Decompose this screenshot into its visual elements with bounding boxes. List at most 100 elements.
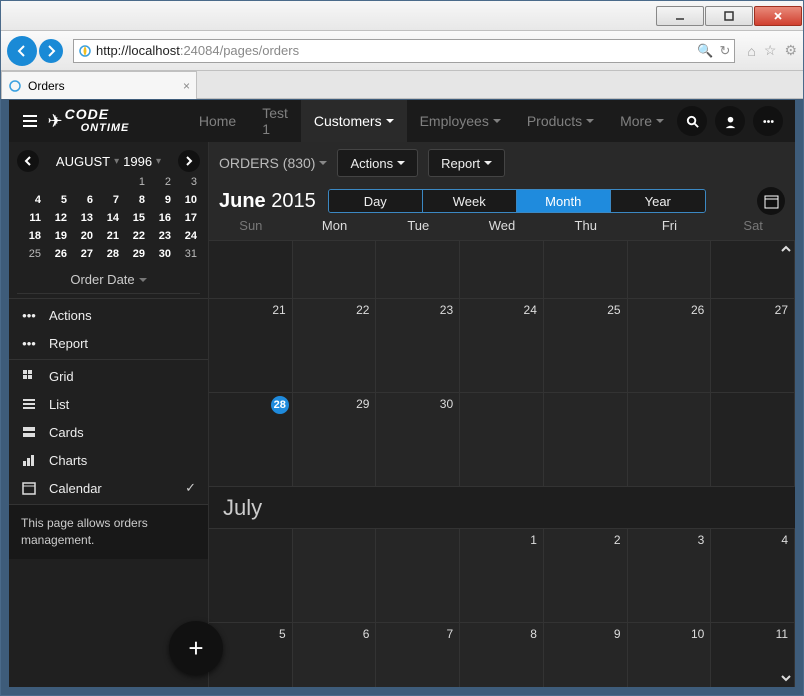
toolbar-actions-button[interactable]: Actions xyxy=(337,149,418,177)
breadcrumb-orders[interactable]: ORDERS (830) xyxy=(219,155,327,171)
calendar-day-cell[interactable]: 29 xyxy=(293,393,377,486)
calendar-day-cell[interactable] xyxy=(544,393,628,486)
address-refresh-icon[interactable]: ↻ xyxy=(720,43,731,59)
minical-day[interactable]: 2 xyxy=(147,176,173,194)
calendar-day-cell[interactable] xyxy=(628,393,712,486)
calendar-day-cell[interactable]: 26 xyxy=(628,299,712,392)
minical-day[interactable]: 4 xyxy=(17,194,43,212)
minical-day[interactable]: 27 xyxy=(69,248,95,266)
calendar-day-cell[interactable]: 21 xyxy=(209,299,293,392)
more-button[interactable] xyxy=(753,106,783,136)
view-calendar[interactable]: Calendar✓ xyxy=(9,474,208,502)
window-minimize-button[interactable] xyxy=(656,6,704,26)
calendar-day-cell[interactable]: 2 xyxy=(544,529,628,622)
view-grid[interactable]: Grid xyxy=(9,362,208,390)
view-list[interactable]: List xyxy=(9,390,208,418)
seg-year[interactable]: Year xyxy=(611,190,705,212)
calendar-day-cell[interactable]: 22 xyxy=(293,299,377,392)
calendar-day-cell[interactable]: 10 xyxy=(628,623,712,687)
minical-day[interactable]: 19 xyxy=(43,230,69,248)
minical-day[interactable]: 9 xyxy=(147,194,173,212)
minical-day[interactable]: 10 xyxy=(173,194,199,212)
minical-day[interactable]: 18 xyxy=(17,230,43,248)
browser-address-bar[interactable]: http://localhost:24084/pages/orders 🔍 ↻ xyxy=(73,39,735,63)
scroll-down-icon[interactable] xyxy=(779,671,793,685)
calendar-day-cell[interactable] xyxy=(293,241,377,298)
calendar-day-cell[interactable]: 30 xyxy=(376,393,460,486)
seg-week[interactable]: Week xyxy=(423,190,517,212)
calendar-scroll-area[interactable]: 21222324252627282930 July 1234567891011 xyxy=(209,240,795,687)
minical-day[interactable]: 24 xyxy=(173,230,199,248)
browser-favorites-icon[interactable]: ☆ xyxy=(764,42,777,59)
minical-day[interactable]: 1 xyxy=(121,176,147,194)
minical-day[interactable]: 16 xyxy=(147,212,173,230)
nav-employees[interactable]: Employees xyxy=(407,100,514,142)
minical-day[interactable]: 15 xyxy=(121,212,147,230)
minical-next-button[interactable] xyxy=(178,150,200,172)
calendar-day-cell[interactable] xyxy=(209,529,293,622)
browser-home-icon[interactable]: ⌂ xyxy=(747,43,755,59)
minical-day[interactable]: 20 xyxy=(69,230,95,248)
nav-more[interactable]: More xyxy=(607,100,677,142)
calendar-day-cell[interactable] xyxy=(209,241,293,298)
browser-back-button[interactable] xyxy=(7,36,37,66)
tab-close-icon[interactable]: × xyxy=(183,79,190,93)
minical-day[interactable]: 5 xyxy=(43,194,69,212)
browser-tools-icon[interactable]: ⚙ xyxy=(784,42,797,59)
minical-day[interactable]: 26 xyxy=(43,248,69,266)
minical-field-selector[interactable]: Order Date xyxy=(17,266,200,294)
minical-day[interactable]: 17 xyxy=(173,212,199,230)
nav-customers[interactable]: Customers xyxy=(301,100,407,142)
minical-day[interactable]: 7 xyxy=(95,194,121,212)
calendar-day-cell[interactable]: 9 xyxy=(544,623,628,687)
calendar-day-cell[interactable]: 8 xyxy=(460,623,544,687)
calendar-day-cell[interactable]: 7 xyxy=(376,623,460,687)
calendar-day-cell[interactable]: 1 xyxy=(460,529,544,622)
sidebar-report[interactable]: •••Report xyxy=(9,329,208,357)
nav-test1[interactable]: Test 1 xyxy=(249,100,301,142)
minical-title[interactable]: AUGUST▾ 1996▾ xyxy=(56,154,161,169)
minical-day[interactable]: 30 xyxy=(147,248,173,266)
seg-month[interactable]: Month xyxy=(517,190,611,212)
address-search-icon[interactable]: 🔍 xyxy=(697,43,713,59)
calendar-day-cell[interactable]: 6 xyxy=(293,623,377,687)
minical-day[interactable]: 28 xyxy=(95,248,121,266)
today-button[interactable] xyxy=(757,187,785,215)
calendar-day-cell[interactable] xyxy=(460,393,544,486)
calendar-day-cell[interactable] xyxy=(376,241,460,298)
minical-day[interactable]: 22 xyxy=(121,230,147,248)
minical-day[interactable]: 29 xyxy=(121,248,147,266)
scroll-up-icon[interactable] xyxy=(779,242,793,256)
minical-day[interactable]: 21 xyxy=(95,230,121,248)
minical-day[interactable]: 31 xyxy=(173,248,199,266)
minical-day[interactable]: 12 xyxy=(43,212,69,230)
calendar-day-cell[interactable] xyxy=(293,529,377,622)
account-button[interactable] xyxy=(715,106,745,136)
minical-day[interactable]: 25 xyxy=(17,248,43,266)
calendar-day-cell[interactable] xyxy=(376,529,460,622)
toolbar-report-button[interactable]: Report xyxy=(428,149,505,177)
minical-day[interactable]: 3 xyxy=(173,176,199,194)
search-button[interactable] xyxy=(677,106,707,136)
calendar-day-cell[interactable]: 3 xyxy=(628,529,712,622)
sidebar-actions[interactable]: •••Actions xyxy=(9,301,208,329)
view-charts[interactable]: Charts xyxy=(9,446,208,474)
minical-day[interactable]: 23 xyxy=(147,230,173,248)
calendar-day-cell[interactable]: 4 xyxy=(711,529,795,622)
calendar-day-cell[interactable] xyxy=(711,393,795,486)
minical-prev-button[interactable] xyxy=(17,150,39,172)
nav-products[interactable]: Products xyxy=(514,100,607,142)
minical-day[interactable]: 6 xyxy=(69,194,95,212)
minical-day[interactable]: 14 xyxy=(95,212,121,230)
nav-home[interactable]: Home xyxy=(186,100,249,142)
calendar-day-cell[interactable]: 25 xyxy=(544,299,628,392)
minical-day[interactable]: 11 xyxy=(17,212,43,230)
minical-day[interactable]: 8 xyxy=(121,194,147,212)
calendar-day-cell[interactable]: 28 xyxy=(209,393,293,486)
browser-tab[interactable]: Orders × xyxy=(1,71,197,99)
window-close-button[interactable] xyxy=(754,6,802,26)
seg-day[interactable]: Day xyxy=(329,190,423,212)
add-fab[interactable]: + xyxy=(169,621,223,675)
calendar-day-cell[interactable] xyxy=(544,241,628,298)
calendar-day-cell[interactable] xyxy=(628,241,712,298)
